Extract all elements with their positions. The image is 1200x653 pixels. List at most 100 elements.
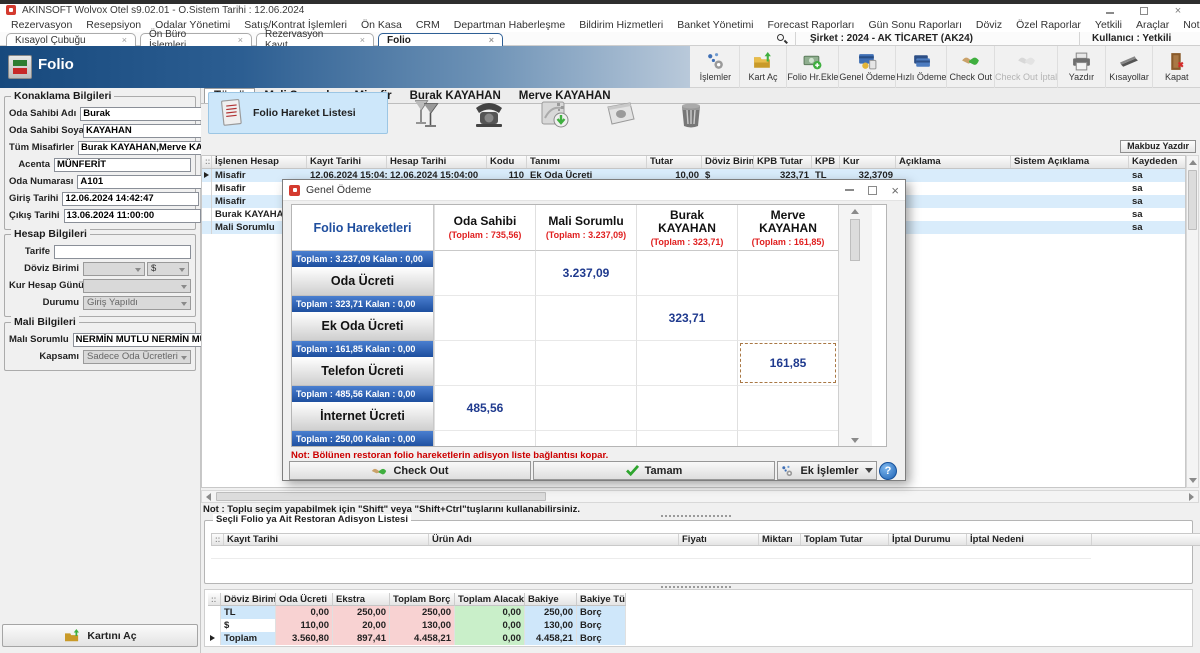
tum-misafirler-field[interactable]	[78, 141, 215, 155]
tab-close-icon[interactable]: ×	[224, 35, 243, 45]
menu-item-ozel-raporlar[interactable]: Özel Raporlar	[1009, 19, 1088, 31]
table-vertical-scrollbar[interactable]	[1186, 155, 1199, 488]
column-header[interactable]: Toplam Alacak	[455, 593, 525, 606]
split-cell[interactable]: 3.237,09	[535, 251, 636, 296]
split-cell[interactable]	[636, 386, 737, 431]
yazdir-button[interactable]: Yazdır	[1058, 46, 1106, 88]
split-cell[interactable]	[636, 431, 737, 447]
tab-close-icon[interactable]: ×	[346, 35, 365, 45]
menu-item-doviz[interactable]: Döviz	[969, 19, 1009, 31]
split-cell[interactable]	[737, 386, 838, 431]
column-header[interactable]: Toplam Tutar	[801, 534, 889, 545]
cikis-tarihi-field[interactable]	[64, 209, 201, 223]
islemler-button[interactable]: İşlemler	[692, 46, 740, 88]
split-cell-selected[interactable]: 161,85	[737, 341, 838, 386]
menu-item-rezervasyon[interactable]: Rezervasyon	[4, 19, 79, 31]
dialog-ek-islemler-button[interactable]: Ek İşlemler	[777, 461, 877, 480]
split-cell[interactable]	[434, 341, 535, 386]
dialog-titlebar[interactable]: Genel Ödeme ×	[283, 180, 905, 201]
dropdown-arrow-icon[interactable]	[865, 468, 873, 473]
split-cell[interactable]	[535, 431, 636, 447]
split-cell[interactable]: 323,71	[636, 296, 737, 341]
ledger-icon[interactable]	[601, 96, 641, 132]
column-header[interactable]: İptal Nedeni	[967, 534, 1092, 545]
minibar-cocktail-icon[interactable]	[406, 96, 446, 132]
menu-item-resepsiyon[interactable]: Resepsiyon	[79, 19, 148, 31]
column-header[interactable]: Ekstra	[333, 593, 390, 606]
menu-item-bildirim-hizmetleri[interactable]: Bildirim Hizmetleri	[572, 19, 670, 31]
column-header[interactable]: Kaydeden	[1129, 156, 1177, 168]
split-cell[interactable]	[434, 296, 535, 341]
dialog-close-button[interactable]: ×	[891, 186, 899, 195]
tab-kisayol-cubugu[interactable]: Kısayol Çubuğu ×	[6, 33, 136, 46]
mali-sorumlu-field[interactable]	[73, 333, 210, 347]
tab-rezervasyon-kayit[interactable]: Rezervasyon Kayıt ×	[256, 33, 374, 46]
maximize-button[interactable]	[1136, 6, 1152, 17]
dialog-check-out-button[interactable]: Check Out	[289, 461, 531, 480]
split-cell[interactable]	[535, 386, 636, 431]
summary-row-toplam[interactable]: Toplam 3.560,80 897,41 4.458,21 0,00 4.4…	[208, 632, 626, 645]
column-header[interactable]: Fiyatı	[679, 534, 759, 545]
tab-folio[interactable]: Folio ×	[378, 33, 503, 46]
search-icon[interactable]	[775, 33, 789, 45]
column-header[interactable]: Ürün Adı	[429, 534, 679, 545]
column-header[interactable]: Miktarı	[759, 534, 801, 545]
dialog-minimize-button[interactable]	[845, 189, 854, 191]
menu-item-notlar[interactable]: Notlar	[1176, 19, 1200, 31]
tab-close-icon[interactable]: ×	[475, 35, 494, 45]
check-out-button[interactable]: Check Out	[947, 46, 995, 88]
column-header[interactable]: Kayıt Tarihi	[307, 156, 387, 168]
menu-item-banket-yonetimi[interactable]: Banket Yönetimi	[670, 19, 760, 31]
tab-on-buro-islemleri[interactable]: Ön Büro İşlemleri ×	[140, 33, 252, 46]
dialog-tamam-button[interactable]: Tamam	[533, 461, 775, 480]
map-export-icon[interactable]	[535, 96, 575, 132]
dialog-help-button[interactable]: ?	[879, 462, 897, 480]
trash-icon[interactable]	[671, 96, 711, 132]
column-header[interactable]: KPB	[812, 156, 840, 168]
split-cell[interactable]	[737, 431, 838, 447]
column-header[interactable]: Kodu	[487, 156, 527, 168]
kapat-button[interactable]: Kapat	[1153, 46, 1200, 88]
telephone-icon[interactable]	[469, 96, 509, 132]
table-horizontal-scrollbar[interactable]	[201, 490, 1199, 503]
dialog-maximize-button[interactable]	[868, 186, 877, 195]
column-header[interactable]: Sistem Açıklama	[1011, 156, 1129, 168]
splitter-handle[interactable]	[661, 515, 731, 518]
hizli-odeme-button[interactable]: Hızlı Ödeme	[896, 46, 947, 88]
column-header[interactable]: Kur	[840, 156, 896, 168]
column-header[interactable]: Açıklama	[896, 156, 1011, 168]
minimize-button[interactable]	[1102, 6, 1118, 17]
column-header[interactable]: İşlenen Hesap	[212, 156, 307, 168]
column-header[interactable]: KPB Tutar	[754, 156, 812, 168]
column-header[interactable]: Döviz Birimi	[221, 593, 276, 606]
column-header[interactable]: Bakiye Türü	[577, 593, 626, 606]
makbuz-yazdir-button[interactable]: Makbuz Yazdır	[1120, 140, 1196, 153]
folio-hr-ekle-button[interactable]: Folio Hr.Ekle	[787, 46, 839, 88]
menu-item-on-kasa[interactable]: Ön Kasa	[354, 19, 409, 31]
menu-item-crm[interactable]: CRM	[409, 19, 447, 31]
tab-close-icon[interactable]: ×	[108, 35, 127, 45]
split-cell[interactable]	[535, 341, 636, 386]
giris-tarihi-field[interactable]	[62, 192, 199, 206]
menu-item-yetkili[interactable]: Yetkili	[1088, 19, 1129, 31]
column-header[interactable]: Hesap Tarihi	[387, 156, 487, 168]
summary-row-usd[interactable]: $ 110,00 20,00 130,00 0,00 130,00 Borç	[208, 619, 626, 632]
kisayollar-button[interactable]: Kısayollar	[1106, 46, 1154, 88]
split-cell[interactable]	[737, 296, 838, 341]
genel-odeme-button[interactable]: Genel Ödeme	[839, 46, 896, 88]
column-header[interactable]: Tanımı	[527, 156, 647, 168]
column-header[interactable]: Tutar	[647, 156, 702, 168]
oda-sahibi-soyadi-field[interactable]	[83, 124, 220, 138]
split-cell[interactable]	[636, 251, 737, 296]
split-cell[interactable]	[535, 296, 636, 341]
acenta-field[interactable]	[54, 158, 191, 172]
split-cell[interactable]	[737, 251, 838, 296]
tarife-field[interactable]	[54, 245, 191, 259]
column-header[interactable]: İptal Durumu	[889, 534, 967, 545]
menu-item-forecast-raporlari[interactable]: Forecast Raporları	[761, 19, 862, 31]
dialog-vertical-scrollbar[interactable]	[838, 205, 872, 447]
split-cell[interactable]	[434, 251, 535, 296]
oda-sahibi-adi-field[interactable]	[80, 107, 217, 121]
kart-ac-button[interactable]: Kart Aç	[740, 46, 788, 88]
summary-row-tl[interactable]: TL 0,00 250,00 250,00 0,00 250,00 Borç	[208, 606, 626, 619]
